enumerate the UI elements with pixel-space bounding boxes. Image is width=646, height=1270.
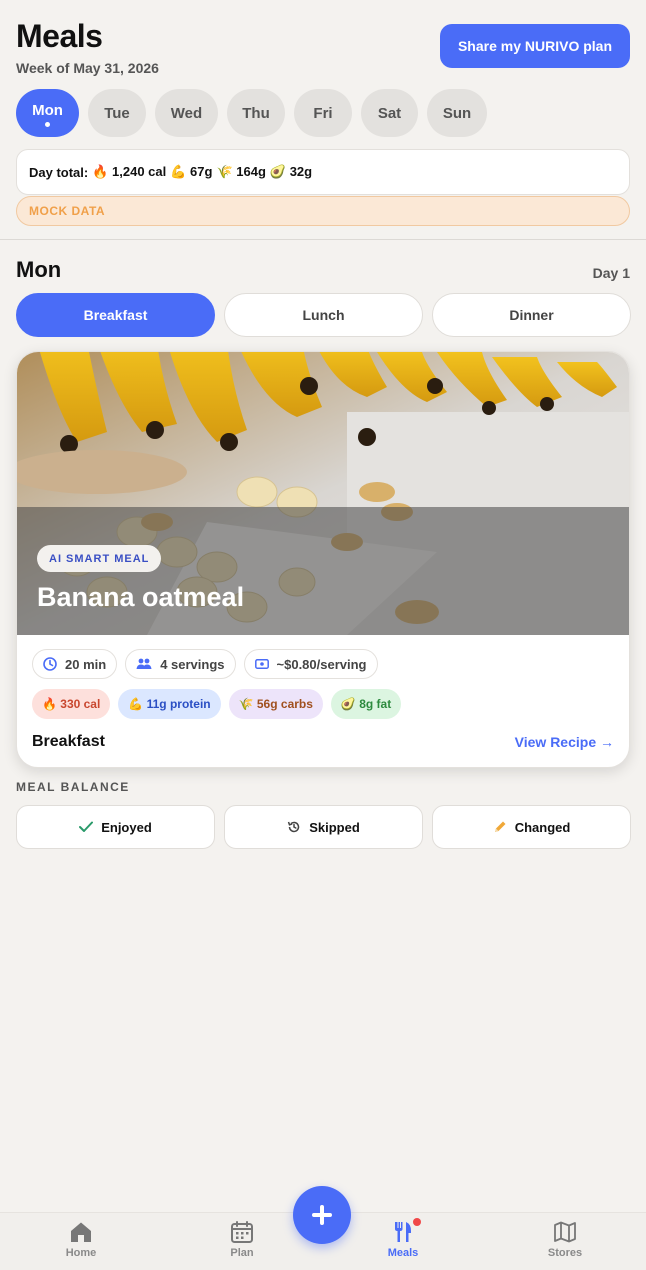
meal-meta: 20 min 4 servings ~$0.80/serving [32, 649, 378, 679]
nav-home-label: Home [65, 1247, 97, 1259]
day-tab-tue[interactable]: Tue [88, 89, 146, 137]
tab-dinner[interactable]: Dinner [432, 293, 631, 337]
pencil-icon [494, 821, 506, 832]
day-total-calories: 🔥 1,240 cal [92, 164, 167, 179]
share-plan-button[interactable]: Share my NURIVO plan [440, 24, 630, 68]
day-total-fat: 🥑 32g [269, 164, 313, 179]
day-tab-sun[interactable]: Sun [427, 89, 487, 137]
home-icon [71, 1222, 91, 1242]
page-header: Meals Week of May 31, 2026 Share my NURI… [16, 18, 630, 78]
add-button[interactable] [293, 1186, 351, 1244]
tab-lunch[interactable]: Lunch [224, 293, 423, 337]
nav-plan-label: Plan [230, 1247, 254, 1259]
section-divider [0, 239, 646, 240]
prep-time: 20 min [65, 656, 107, 672]
meal-name: Banana oatmeal [37, 582, 245, 612]
day-label: Tue [104, 104, 130, 122]
card-meal-type: Breakfast [32, 733, 105, 750]
protein-chip: 💪 11g protein [118, 689, 221, 719]
nav-stores[interactable]: Stores [525, 1221, 605, 1259]
changed-label: Changed [514, 819, 571, 835]
meal-balance-label: MEAL BALANCE [16, 780, 130, 794]
day-label: Thu [242, 104, 270, 122]
nav-meals-label: Meals [387, 1247, 419, 1259]
active-day-dot [45, 122, 50, 127]
day-total-bar: Day total: 🔥 1,240 cal 💪 67g 🌾 164g 🥑 32… [16, 149, 630, 195]
ai-smart-meal-badge: AI SMART MEAL [37, 545, 162, 572]
day-tab-wed[interactable]: Wed [155, 89, 218, 137]
nav-plan[interactable]: Plan [202, 1221, 282, 1259]
day-total-carbs: 🌾 164g [216, 164, 266, 179]
meal-tabs: Breakfast Lunch Dinner [16, 293, 631, 337]
prep-time-pill: 20 min [32, 649, 118, 679]
day-label: Mon [32, 101, 63, 119]
view-recipe-link[interactable]: View Recipe → [515, 734, 614, 750]
skipped-button[interactable]: Skipped [224, 805, 423, 849]
day-total-protein: 💪 67g [170, 164, 213, 179]
enjoyed-button[interactable]: Enjoyed [16, 805, 215, 849]
day-tab-fri[interactable]: Fri [294, 89, 352, 137]
enjoyed-label: Enjoyed [101, 819, 152, 835]
tab-breakfast[interactable]: Breakfast [16, 293, 215, 337]
day-heading: Mon [16, 257, 62, 282]
day-label: Wed [170, 104, 203, 122]
calories-chip: 🔥 330 cal [32, 689, 111, 719]
meal-card[interactable]: AI SMART MEAL Banana oatmeal 20 min 4 se… [16, 351, 630, 768]
day-number: Day 1 [592, 265, 630, 281]
day-tab-thu[interactable]: Thu [227, 89, 285, 137]
mock-data-banner: MOCK DATA [16, 196, 630, 226]
meal-balance-actions: Enjoyed Skipped Changed [16, 805, 631, 849]
skipped-label: Skipped [309, 819, 360, 835]
utensils-icon [395, 1222, 411, 1242]
nav-stores-label: Stores [547, 1247, 583, 1259]
servings-pill: 4 servings [125, 649, 236, 679]
nav-home[interactable]: Home [41, 1221, 121, 1259]
day-total-prefix: Day total: [29, 164, 89, 180]
money-icon [254, 659, 269, 669]
day-label: Sat [377, 104, 402, 122]
nav-meals[interactable]: Meals [363, 1218, 443, 1259]
cost-pill: ~$0.80/serving [243, 649, 378, 679]
changed-button[interactable]: Changed [432, 805, 631, 849]
day-label: Sun [442, 104, 472, 122]
servings: 4 servings [160, 656, 225, 672]
day-selector: Mon Tue Wed Thu Fri Sat Sun [16, 89, 487, 137]
people-icon [136, 658, 152, 669]
meal-macros: 🔥 330 cal 💪 11g protein 🌾 56g carbs 🥑 8g… [32, 689, 402, 719]
check-icon [79, 821, 94, 832]
history-icon [287, 821, 300, 833]
fat-chip: 🥑 8g fat [330, 689, 402, 719]
cost-per-serving: ~$0.80/serving [276, 656, 367, 672]
clock-icon [43, 657, 57, 671]
card-footer: Breakfast View Recipe → [32, 733, 614, 751]
map-icon [554, 1221, 576, 1243]
day-tab-mon[interactable]: Mon [16, 89, 79, 137]
plus-icon [312, 1205, 332, 1225]
day-label: Fri [313, 104, 333, 122]
calendar-icon [231, 1221, 253, 1243]
day-tab-sat[interactable]: Sat [361, 89, 418, 137]
carbs-chip: 🌾 56g carbs [228, 689, 323, 719]
meals-notification-dot [413, 1218, 421, 1226]
